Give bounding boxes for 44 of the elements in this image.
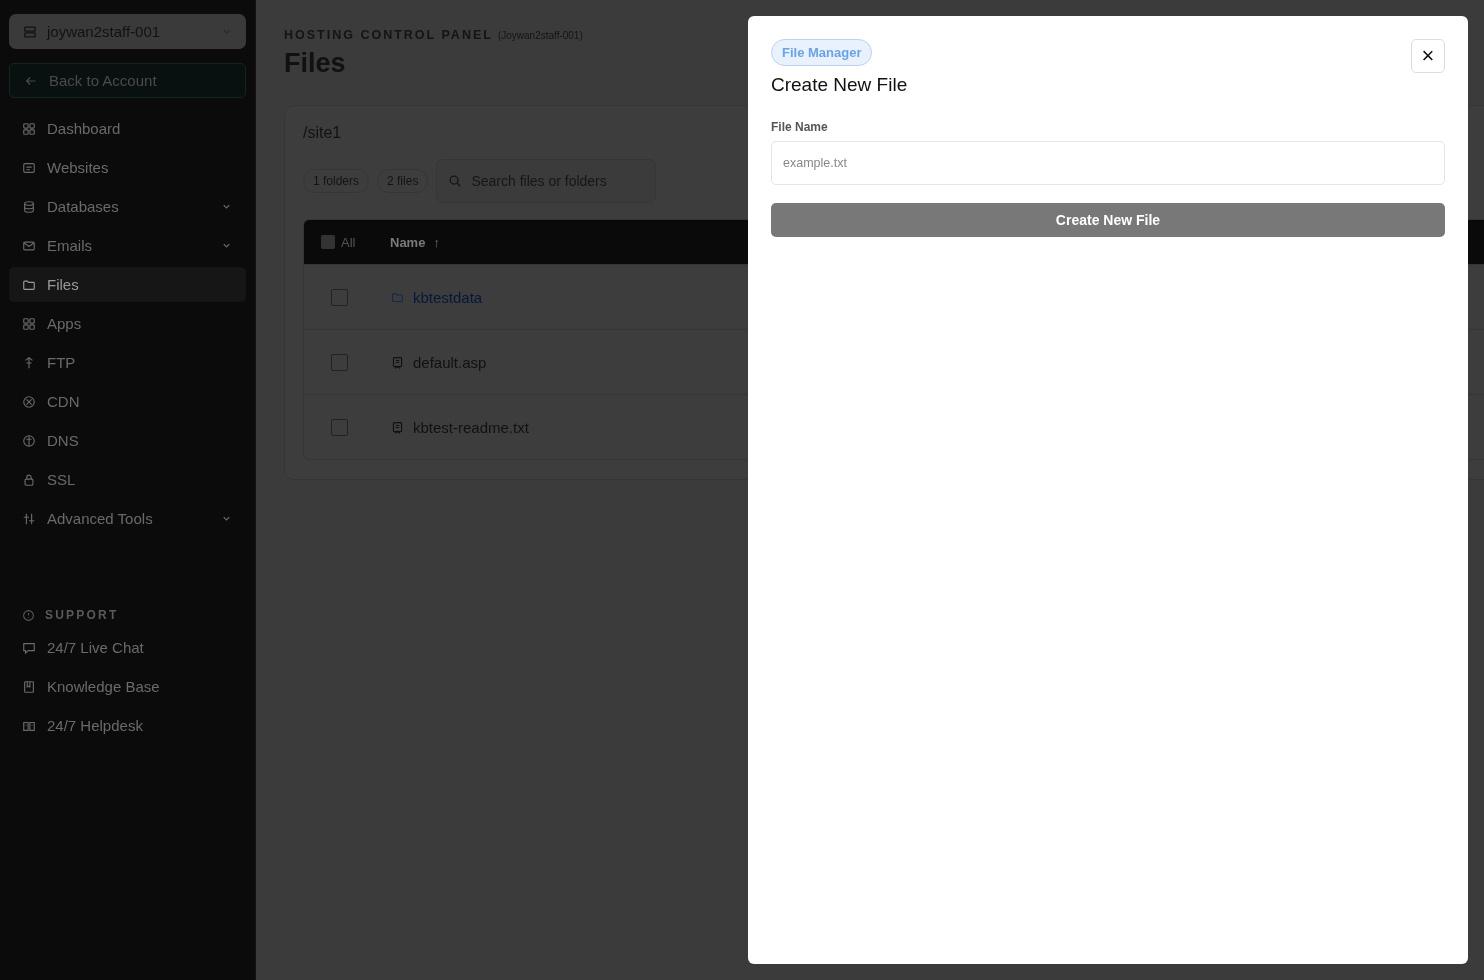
search-icon bbox=[448, 174, 463, 188]
field-label: File Name bbox=[771, 120, 829, 134]
lock-icon bbox=[22, 472, 36, 487]
sidebar-item[interactable]: Dashboard bbox=[9, 111, 246, 146]
select-all-label: All bbox=[341, 234, 356, 250]
book-icon bbox=[22, 679, 36, 694]
create-file-button[interactable]: Create New File bbox=[771, 203, 1445, 237]
file-name-field[interactable]: example.txt bbox=[771, 141, 1445, 185]
sidebar-item[interactable]: Knowledge Base bbox=[9, 669, 246, 704]
sliders-icon bbox=[22, 511, 36, 526]
row-checkbox[interactable] bbox=[331, 418, 348, 436]
row-checkbox[interactable] bbox=[331, 353, 348, 371]
sidebar-item[interactable]: Apps bbox=[9, 306, 246, 341]
sidebar-item[interactable]: DNS bbox=[9, 423, 246, 458]
row-checkbox[interactable] bbox=[331, 288, 348, 306]
sidebar-item[interactable]: Websites bbox=[9, 150, 246, 185]
chat-icon bbox=[22, 640, 36, 655]
grid-icon bbox=[22, 121, 36, 136]
sidebar-item[interactable]: 24/7 Helpdesk bbox=[9, 708, 246, 743]
database-icon bbox=[22, 199, 36, 214]
folder-icon bbox=[391, 290, 404, 304]
name-column-header[interactable]: Name ↑ bbox=[390, 234, 440, 250]
sidebar-item[interactable]: Files bbox=[9, 267, 246, 302]
sidebar-item[interactable]: Advanced Tools bbox=[9, 501, 246, 536]
circle-x-icon bbox=[22, 394, 36, 409]
dialog-title: Create New File bbox=[771, 74, 908, 96]
folder-icon bbox=[22, 277, 36, 292]
select-all-checkbox[interactable] bbox=[321, 235, 335, 249]
file-icon bbox=[391, 355, 404, 369]
back-to-account-button[interactable]: Back to Account bbox=[9, 63, 246, 98]
file-manager-badge: File Manager bbox=[771, 39, 873, 66]
mail-icon bbox=[22, 238, 36, 253]
sidebar-item[interactable]: Databases bbox=[9, 189, 246, 224]
grid-icon bbox=[22, 316, 36, 331]
sidebar-item[interactable]: FTP bbox=[9, 345, 246, 380]
file-icon bbox=[391, 420, 404, 434]
close-button[interactable]: × bbox=[1411, 39, 1445, 73]
sidebar-item[interactable]: Emails bbox=[9, 228, 246, 263]
server-icon bbox=[23, 24, 37, 39]
sidebar-item[interactable]: CDN bbox=[9, 384, 246, 419]
sidebar-item[interactable]: SSL bbox=[9, 462, 246, 497]
window-icon bbox=[22, 160, 36, 175]
sidebar-item[interactable]: 24/7 Live Chat bbox=[9, 630, 246, 665]
section-heading: SUPPORT bbox=[45, 608, 119, 622]
